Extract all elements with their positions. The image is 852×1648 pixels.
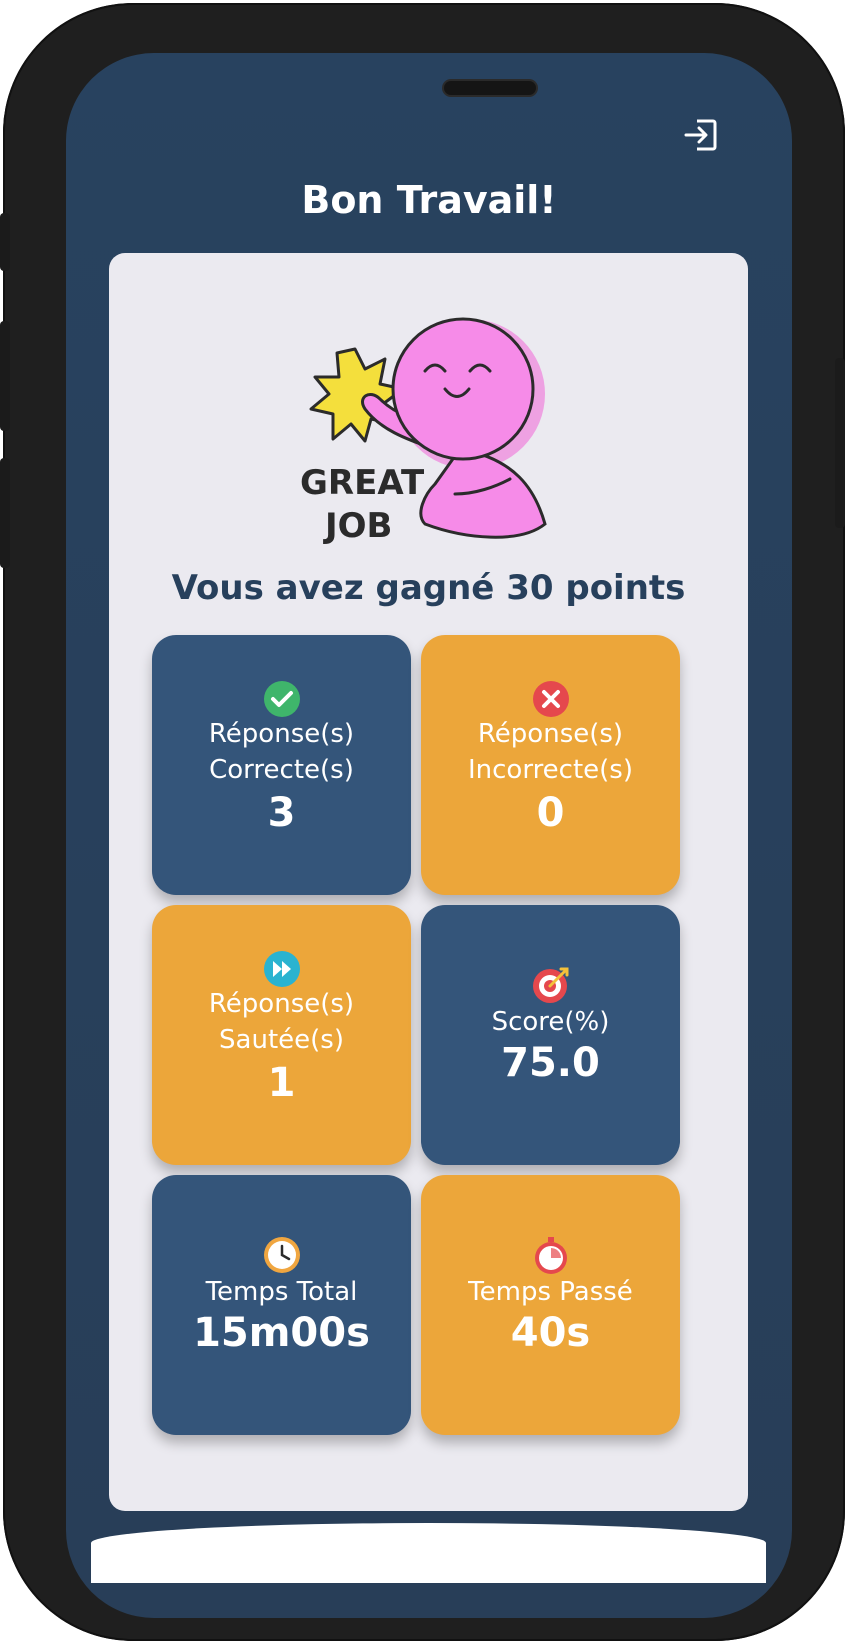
stat-value: 15m00s xyxy=(193,1310,370,1356)
power-button xyxy=(835,358,845,528)
fast-forward-icon xyxy=(262,949,302,989)
results-card: GREAT JOB Vous avez gagné 30 points Répo… xyxy=(109,253,748,1511)
stat-total-time: Temps Total 15m00s xyxy=(152,1175,411,1435)
volume-up-button xyxy=(0,321,10,431)
stat-correct-answers: Réponse(s) Correcte(s) 3 xyxy=(152,635,411,895)
app-screen: Bon Travail! GREAT JOB Vous avez gagné 3… xyxy=(66,53,792,1618)
check-circle-icon xyxy=(262,679,302,719)
stat-label: Temps Total xyxy=(205,1277,358,1307)
great-job-illustration: GREAT JOB xyxy=(285,289,575,554)
stat-incorrect-answers: Réponse(s) Incorrecte(s) 0 xyxy=(421,635,680,895)
volume-down-button xyxy=(0,458,10,568)
stat-score: Score(%) 75.0 xyxy=(421,905,680,1165)
stat-label: Réponse(s) xyxy=(208,989,355,1019)
stat-label: Réponse(s) xyxy=(208,719,355,749)
stat-label: Temps Passé xyxy=(468,1277,633,1307)
x-circle-icon xyxy=(531,679,571,719)
stat-label: Réponse(s) xyxy=(477,719,624,749)
great-text: GREAT xyxy=(300,463,425,503)
page-title: Bon Travail! xyxy=(301,178,557,222)
phone-frame: Bon Travail! GREAT JOB Vous avez gagné 3… xyxy=(0,3,845,1641)
clock-icon xyxy=(262,1235,302,1275)
job-text: JOB xyxy=(323,506,392,546)
target-icon xyxy=(531,965,571,1005)
stat-label: Incorrecte(s) xyxy=(467,755,633,785)
stat-value: 40s xyxy=(510,1310,591,1356)
stat-label: Sautée(s) xyxy=(219,1025,344,1055)
stat-value: 75.0 xyxy=(501,1040,600,1086)
stat-skipped-answers: Réponse(s) Sautée(s) 1 xyxy=(152,905,411,1165)
stat-time-spent: Temps Passé 40s xyxy=(421,1175,680,1435)
mute-switch xyxy=(0,213,10,271)
stat-value: 0 xyxy=(536,790,565,836)
speaker-notch xyxy=(444,81,536,95)
stat-label: Correcte(s) xyxy=(209,755,354,785)
points-message: Vous avez gagné 30 points xyxy=(171,568,686,608)
bottom-edge xyxy=(91,1523,766,1583)
stat-value: 1 xyxy=(267,1060,296,1106)
logout-icon[interactable] xyxy=(683,117,719,153)
stat-value: 3 xyxy=(267,790,296,836)
stat-label: Score(%) xyxy=(491,1007,610,1037)
stopwatch-icon xyxy=(531,1235,571,1275)
